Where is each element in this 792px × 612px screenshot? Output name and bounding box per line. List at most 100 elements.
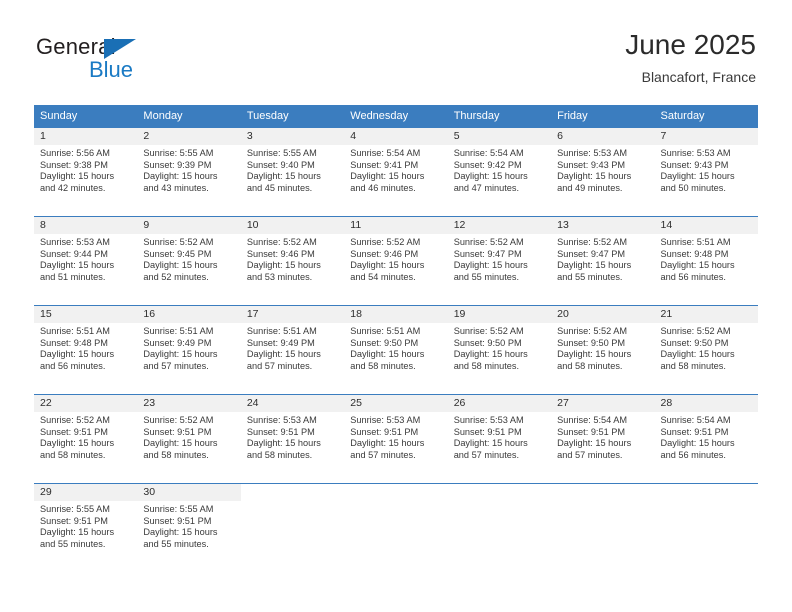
day-info: Sunrise: 5:52 AM Sunset: 9:46 PM Daylight:… [344, 234, 447, 283]
sunrise-time: Sunrise: 5:52 AM [557, 237, 628, 247]
day-number: 15 [34, 306, 138, 323]
day-number: 12 [447, 217, 552, 234]
day-cell[interactable]: 3 Sunrise: 5:55 AM Sunset: 9:40 PM Daylight… [240, 127, 345, 206]
day-cell[interactable]: 4 Sunrise: 5:54 AM Sunset: 9:41 PM Daylight… [344, 127, 448, 206]
daylight-duration-line2: and 52 minutes. [143, 271, 209, 282]
day-info: Sunrise: 5:51 AM Sunset: 9:49 PM Daylight:… [137, 323, 240, 372]
day-cell[interactable]: 24 Sunrise: 5:53 AM Sunset: 9:51 PM Dayligh… [240, 394, 345, 473]
day-number: 23 [137, 395, 241, 412]
daylight-duration-line1: Daylight: 15 hours [40, 171, 115, 182]
day-cell[interactable]: 19 Sunrise: 5:52 AM Sunset: 9:50 PM Dayligh… [447, 305, 552, 384]
sunrise-time: Sunrise: 5:54 AM [350, 148, 421, 158]
day-cell[interactable]: 22 Sunrise: 5:52 AM Sunset: 9:51 PM Dayligh… [34, 394, 138, 473]
day-number [551, 484, 654, 501]
daylight-duration-line1: Daylight: 15 hours [143, 438, 218, 449]
daylight-duration-line2: and 58 minutes. [350, 360, 416, 371]
sunrise-time: Sunrise: 5:53 AM [660, 148, 731, 158]
week-spacer-row [34, 295, 758, 306]
daylight-duration-line1: Daylight: 15 hours [660, 260, 735, 271]
day-info: Sunrise: 5:52 AM Sunset: 9:50 PM Daylight:… [448, 323, 551, 372]
daylight-duration-line1: Daylight: 15 hours [350, 171, 425, 182]
day-cell[interactable]: 8 Sunrise: 5:53 AM Sunset: 9:44 PM Daylight… [34, 216, 138, 295]
page-title: June 2025 [625, 29, 756, 60]
calendar-page: General Blue June 2025 Blancafort, Franc… [0, 0, 792, 612]
calendar-week-row: 1 Sunrise: 5:56 AM Sunset: 9:38 PM Daylight… [34, 127, 758, 206]
day-cell[interactable]: 10 Sunrise: 5:52 AM Sunset: 9:46 PM Dayligh… [240, 216, 345, 295]
day-number: 26 [447, 395, 552, 412]
daylight-duration-line2: and 47 minutes. [453, 182, 520, 193]
day-number: 3 [240, 128, 345, 145]
day-cell[interactable]: 1 Sunrise: 5:56 AM Sunset: 9:38 PM Daylight… [34, 127, 138, 206]
day-cell[interactable]: 30 Sunrise: 5:55 AM Sunset: 9:51 PM Dayligh… [137, 483, 241, 562]
sunset-time: Sunset: 9:51 PM [453, 426, 522, 437]
sunrise-time: Sunrise: 5:52 AM [453, 326, 524, 336]
day-info: Sunrise: 5:52 AM Sunset: 9:47 PM Daylight:… [551, 234, 654, 283]
day-info: Sunrise: 5:55 AM Sunset: 9:51 PM Daylight:… [137, 501, 240, 550]
weekday-header-monday: Monday [137, 105, 241, 128]
sunrise-time: Sunrise: 5:52 AM [40, 415, 110, 425]
daylight-duration-line2: and 51 minutes. [40, 271, 106, 282]
calendar-week-row: 8 Sunrise: 5:53 AM Sunset: 9:44 PM Daylight… [34, 216, 758, 295]
day-cell[interactable]: 15 Sunrise: 5:51 AM Sunset: 9:48 PM Dayligh… [34, 305, 138, 384]
sunrise-time: Sunrise: 5:55 AM [143, 504, 214, 514]
week-spacer-row [34, 473, 758, 484]
sunset-time: Sunset: 9:46 PM [350, 248, 419, 259]
daylight-duration-line1: Daylight: 15 hours [246, 171, 321, 182]
day-cell[interactable]: 7 Sunrise: 5:53 AM Sunset: 9:43 PM Daylight… [654, 127, 758, 206]
day-number: 2 [137, 128, 241, 145]
calendar-week-row: 29 Sunrise: 5:55 AM Sunset: 9:51 PM Dayligh… [34, 483, 758, 562]
sunset-time: Sunset: 9:43 PM [660, 159, 729, 170]
day-cell[interactable]: 16 Sunrise: 5:51 AM Sunset: 9:49 PM Dayligh… [137, 305, 241, 384]
day-cell[interactable]: 18 Sunrise: 5:51 AM Sunset: 9:50 PM Dayligh… [344, 305, 448, 384]
sunset-time: Sunset: 9:51 PM [246, 426, 315, 437]
day-cell[interactable]: 29 Sunrise: 5:55 AM Sunset: 9:51 PM Dayligh… [34, 483, 138, 562]
daylight-duration-line2: and 58 minutes. [143, 449, 209, 460]
sunset-time: Sunset: 9:49 PM [143, 337, 212, 348]
daylight-duration-line1: Daylight: 15 hours [660, 171, 735, 182]
day-info: Sunrise: 5:52 AM Sunset: 9:46 PM Daylight:… [241, 234, 344, 283]
day-cell[interactable]: 6 Sunrise: 5:53 AM Sunset: 9:43 PM Daylight… [551, 127, 655, 206]
general-blue-logo[interactable]: General Blue [36, 34, 236, 90]
daylight-duration-line1: Daylight: 15 hours [246, 260, 321, 271]
day-cell[interactable]: 13 Sunrise: 5:52 AM Sunset: 9:47 PM Dayligh… [551, 216, 655, 295]
day-cell[interactable]: 12 Sunrise: 5:52 AM Sunset: 9:47 PM Dayligh… [447, 216, 552, 295]
daylight-duration-line2: and 57 minutes. [557, 449, 623, 460]
sunset-time: Sunset: 9:47 PM [453, 248, 522, 259]
day-number: 19 [447, 306, 552, 323]
day-cell[interactable]: 17 Sunrise: 5:51 AM Sunset: 9:49 PM Dayligh… [240, 305, 345, 384]
day-number [448, 484, 551, 501]
day-cell[interactable]: 9 Sunrise: 5:52 AM Sunset: 9:45 PM Daylight… [137, 216, 241, 295]
sunrise-time: Sunrise: 5:53 AM [557, 148, 628, 158]
daylight-duration-line1: Daylight: 15 hours [350, 260, 425, 271]
day-cell[interactable]: 2 Sunrise: 5:55 AM Sunset: 9:39 PM Daylight… [137, 127, 241, 206]
day-cell-empty [654, 483, 758, 562]
day-info: Sunrise: 5:54 AM Sunset: 9:51 PM Daylight:… [655, 412, 758, 461]
sunrise-time: Sunrise: 5:51 AM [660, 237, 731, 247]
day-cell[interactable]: 27 Sunrise: 5:54 AM Sunset: 9:51 PM Dayligh… [551, 394, 655, 473]
sunrise-time: Sunrise: 5:55 AM [40, 504, 110, 514]
day-number: 14 [654, 217, 758, 234]
sunset-time: Sunset: 9:51 PM [40, 515, 108, 526]
day-number: 17 [240, 306, 345, 323]
day-cell[interactable]: 14 Sunrise: 5:51 AM Sunset: 9:48 PM Dayligh… [654, 216, 758, 295]
day-cell-empty [447, 483, 552, 562]
day-info: Sunrise: 5:52 AM Sunset: 9:50 PM Daylight:… [551, 323, 654, 372]
sunrise-time: Sunrise: 5:53 AM [350, 415, 421, 425]
day-info: Sunrise: 5:56 AM Sunset: 9:38 PM Daylight:… [34, 145, 137, 194]
day-info: Sunrise: 5:53 AM Sunset: 9:43 PM Daylight:… [655, 145, 758, 194]
day-cell[interactable]: 21 Sunrise: 5:52 AM Sunset: 9:50 PM Dayligh… [654, 305, 758, 384]
daylight-duration-line2: and 45 minutes. [246, 182, 313, 193]
day-number: 7 [654, 128, 758, 145]
day-number: 11 [344, 217, 448, 234]
day-cell[interactable]: 25 Sunrise: 5:53 AM Sunset: 9:51 PM Dayligh… [344, 394, 448, 473]
weekday-header-tuesday: Tuesday [240, 105, 345, 128]
day-cell[interactable]: 23 Sunrise: 5:52 AM Sunset: 9:51 PM Dayligh… [137, 394, 241, 473]
day-cell[interactable]: 28 Sunrise: 5:54 AM Sunset: 9:51 PM Dayligh… [654, 394, 758, 473]
day-cell[interactable]: 11 Sunrise: 5:52 AM Sunset: 9:46 PM Dayligh… [344, 216, 448, 295]
sunrise-time: Sunrise: 5:53 AM [246, 415, 317, 425]
day-cell[interactable]: 26 Sunrise: 5:53 AM Sunset: 9:51 PM Dayligh… [447, 394, 552, 473]
day-cell[interactable]: 5 Sunrise: 5:54 AM Sunset: 9:42 PM Daylight… [447, 127, 552, 206]
day-number: 13 [551, 217, 655, 234]
daylight-duration-line1: Daylight: 15 hours [453, 349, 528, 360]
day-cell[interactable]: 20 Sunrise: 5:52 AM Sunset: 9:50 PM Dayligh… [551, 305, 655, 384]
